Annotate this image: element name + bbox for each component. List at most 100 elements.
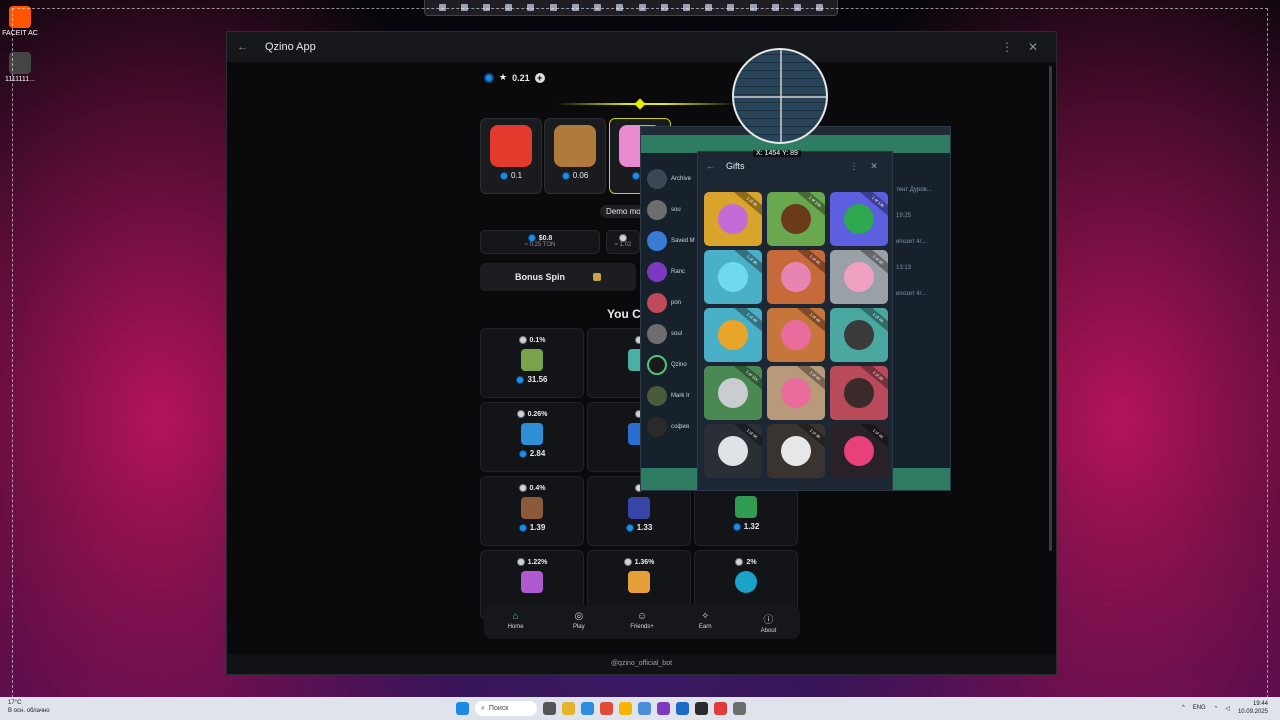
- copy-icon[interactable]: [771, 4, 779, 11]
- taskbar-app-icon[interactable]: [562, 702, 575, 715]
- screen-magnifier: [732, 48, 828, 144]
- rect-icon[interactable]: [527, 4, 535, 11]
- nav-friends[interactable]: ☺ Friends+: [610, 605, 673, 639]
- nav-home[interactable]: ⌂ Home: [484, 605, 547, 639]
- number-icon[interactable]: [705, 4, 713, 11]
- chat-name: Qzino: [671, 361, 687, 368]
- chat-name: pon: [671, 299, 682, 306]
- taskbar-app-icon[interactable]: [657, 702, 670, 715]
- chat-item[interactable]: Mark Ir: [641, 380, 699, 411]
- nav-play[interactable]: ◎ Play: [547, 605, 610, 639]
- prize-image: [521, 349, 543, 371]
- ton-coin-icon: [499, 171, 508, 180]
- chat-item[interactable]: софия: [641, 411, 699, 442]
- clock[interactable]: 19:44 10.09.2025: [1238, 700, 1268, 716]
- close-icon[interactable]: [816, 4, 824, 11]
- line-icon[interactable]: [571, 4, 579, 11]
- undo-icon[interactable]: [727, 4, 735, 11]
- desktop-icon-label: 1111111...: [5, 76, 35, 83]
- bonus-spin-button[interactable]: Bonus Spin: [480, 263, 636, 291]
- taskbar-app-icon[interactable]: [714, 702, 727, 715]
- earn-icon: ✧: [701, 611, 710, 622]
- gift-tile[interactable]: 1 of 4K: [830, 250, 888, 304]
- nav-about[interactable]: ⓘ About: [737, 605, 800, 639]
- reel-item-value: 0.1: [510, 171, 523, 180]
- taskbar-search[interactable]: ⌕ Поиск: [475, 701, 537, 716]
- prize-card[interactable]: 0.1% 31.56: [480, 328, 584, 398]
- prize-chance: 2%: [746, 558, 757, 566]
- gift-tile[interactable]: 1 of 4K: [830, 424, 888, 478]
- taskbar-app-icon[interactable]: [619, 702, 632, 715]
- gift-tile[interactable]: 1 of 4K: [830, 308, 888, 362]
- gift-tile[interactable]: 1 of 3K: [767, 424, 825, 478]
- taskbar-app-icon[interactable]: [695, 702, 708, 715]
- gift-tile[interactable]: 1 of 4K: [704, 192, 762, 246]
- gift-tile[interactable]: 1 of 11K: [704, 366, 762, 420]
- tool-icon[interactable]: [483, 4, 491, 11]
- more-vertical-icon[interactable]: ⋮: [844, 161, 864, 172]
- redo-icon[interactable]: [749, 4, 757, 11]
- more-vertical-icon[interactable]: ⋮: [994, 40, 1020, 54]
- taskbar-app-icon[interactable]: [638, 702, 651, 715]
- tool-icon[interactable]: [460, 4, 468, 11]
- weather-temp: 17°C: [8, 700, 22, 706]
- wifi-icon[interactable]: ◔: [1214, 705, 1218, 711]
- chat-item[interactable]: Saved M: [641, 225, 699, 256]
- spin-price-card[interactable]: $0.8 ≈ 0.25 TON: [480, 230, 600, 254]
- language-indicator[interactable]: ENG: [1193, 705, 1206, 711]
- faceit-icon: [9, 6, 31, 28]
- save-icon[interactable]: [794, 4, 802, 11]
- taskbar-app-icon[interactable]: [581, 702, 594, 715]
- prize-card[interactable]: 0.26% 2.84: [480, 402, 584, 472]
- tool-icon[interactable]: [438, 4, 446, 11]
- chat-item[interactable]: Archive: [641, 163, 699, 194]
- text-icon[interactable]: [660, 4, 668, 11]
- chat-item[interactable]: soul: [641, 318, 699, 349]
- arrow-icon[interactable]: [594, 4, 602, 11]
- prize-card[interactable]: 0.4% 1.39: [480, 476, 584, 546]
- volume-icon[interactable]: ◁: [1225, 705, 1230, 712]
- gift-tile[interactable]: 1 of 13K: [830, 192, 888, 246]
- gift-image: [781, 436, 811, 466]
- capture-toolbar[interactable]: [424, 0, 838, 16]
- taskbar-app-icon[interactable]: [600, 702, 613, 715]
- blur-icon[interactable]: [683, 4, 691, 11]
- desktop-icon-faceit[interactable]: FACEIT AC: [0, 6, 40, 37]
- ton-coin-icon: [484, 72, 494, 83]
- back-arrow-icon[interactable]: ←: [706, 161, 726, 171]
- gift-tile[interactable]: 1 of 4K: [767, 250, 825, 304]
- scrollbar[interactable]: [1049, 66, 1052, 551]
- gift-tile[interactable]: 1 of 4K: [767, 366, 825, 420]
- gift-tile[interactable]: 1 of 4K: [767, 308, 825, 362]
- close-icon[interactable]: ✕: [864, 161, 884, 172]
- chance-icon: [516, 410, 525, 418]
- cursor-icon[interactable]: [505, 4, 513, 11]
- taskbar-app-icon[interactable]: [733, 702, 746, 715]
- add-balance-icon[interactable]: +: [534, 72, 545, 83]
- prize-image: [521, 571, 543, 593]
- gift-tile[interactable]: 1 of 4K: [830, 366, 888, 420]
- chat-item[interactable]: sou: [641, 194, 699, 225]
- pen-icon[interactable]: [616, 4, 624, 11]
- gift-tile[interactable]: 1 of 3K: [704, 250, 762, 304]
- gift-tile[interactable]: 1 of 10K: [767, 192, 825, 246]
- desktop-icon-file[interactable]: 1111111...: [0, 52, 40, 83]
- windows-start-icon[interactable]: [456, 702, 469, 715]
- chat-item[interactable]: pon: [641, 287, 699, 318]
- nav-earn[interactable]: ✧ Earn: [674, 605, 737, 639]
- spin-price-card-alt[interactable]: ≈ 1.02: [606, 230, 640, 254]
- marker-icon[interactable]: [638, 4, 646, 11]
- chat-item[interactable]: Qzino: [641, 349, 699, 380]
- ellipse-icon[interactable]: [549, 4, 557, 11]
- gift-tile[interactable]: 1 of 4K: [704, 308, 762, 362]
- back-arrow-icon[interactable]: ←: [237, 41, 255, 53]
- weather-widget[interactable]: 17°C В осн. облачно: [8, 699, 50, 715]
- prize-value: 1.39: [529, 523, 546, 532]
- gift-tile[interactable]: 1 of 4K: [704, 424, 762, 478]
- close-icon[interactable]: ✕: [1020, 40, 1046, 54]
- chevron-up-icon[interactable]: ^: [1182, 705, 1185, 711]
- taskbar-app-icon[interactable]: [543, 702, 556, 715]
- taskbar-app-icon[interactable]: [676, 702, 689, 715]
- chat-item[interactable]: Ranc: [641, 256, 699, 287]
- weather-desc: В осн. облачно: [8, 708, 50, 714]
